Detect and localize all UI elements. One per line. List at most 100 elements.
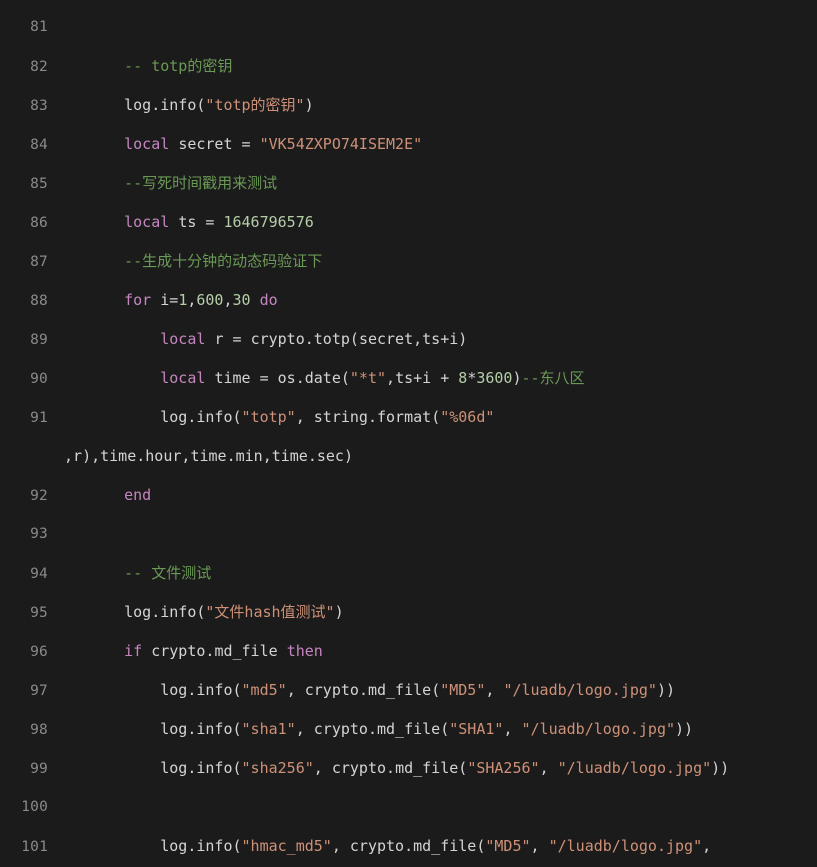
line-number: 90 — [30, 371, 48, 387]
code-line-content[interactable]: log.info("hmac_md5", crypto.md_file("MD5… — [48, 827, 817, 866]
code-line[interactable]: 95 log.info("文件hash值测试") — [0, 593, 817, 632]
code-line-content[interactable]: -- totp的密钥 — [48, 47, 817, 86]
line-number: 85 — [30, 176, 48, 192]
code-line-content[interactable]: local r = crypto.totp(secret,ts+i) — [48, 320, 817, 359]
code-line[interactable]: 91 log.info("totp", string.format("%06d" — [0, 398, 817, 437]
token-function: info — [196, 720, 233, 738]
code-line-content[interactable]: log.info("sha1", crypto.md_file("SHA1", … — [48, 710, 817, 749]
code-line[interactable]: 97 log.info("md5", crypto.md_file("MD5",… — [0, 671, 817, 710]
code-line-content[interactable]: if crypto.md_file then — [48, 632, 817, 671]
token-function: md_file — [395, 759, 459, 777]
code-line[interactable]: 101 log.info("hmac_md5", crypto.md_file(… — [0, 827, 817, 866]
token-number: 30 — [232, 291, 251, 309]
token-keyword: do — [259, 291, 278, 309]
token-variable: i — [422, 369, 432, 387]
code-line-content[interactable]: local secret = "VK54ZXPO74ISEM2E" — [48, 125, 817, 164]
token-string: "/luadb/logo.jpg" — [503, 681, 657, 699]
code-line-content[interactable]: local ts = 1646796576 — [48, 203, 817, 242]
code-line[interactable]: 88 for i=1,600,30 do — [0, 281, 817, 320]
token-plain: . — [404, 837, 414, 855]
code-line[interactable]: 92 end — [0, 476, 817, 515]
code-line[interactable]: 93 — [0, 515, 817, 554]
code-line[interactable]: 85 --写死时间戳用来测试 — [0, 164, 817, 203]
token-function: md_file — [214, 642, 278, 660]
token-keyword: local — [124, 213, 170, 231]
token-variable: crypto — [151, 642, 206, 660]
code-line[interactable]: 87 --生成十分钟的动态码验证下 — [0, 242, 817, 281]
token-string: "/luadb/logo.jpg" — [557, 759, 712, 777]
token-number: 8 — [458, 369, 468, 387]
token-plain: , — [295, 720, 314, 738]
token-plain: . — [367, 408, 377, 426]
code-line-content[interactable]: log.info("totp", string.format("%06d" — [48, 398, 817, 437]
code-line[interactable]: 86 local ts = 1646796576 — [0, 203, 817, 242]
code-line[interactable]: 94 -- 文件测试 — [0, 554, 817, 593]
code-editor[interactable]: 81 82 -- totp的密钥 83 log.info("totp的密钥") 84 … — [0, 0, 817, 865]
token-plain: = — [250, 369, 278, 387]
code-line-content[interactable]: log.info("sha256", crypto.md_file("SHA25… — [48, 749, 817, 788]
token-variable: sec — [316, 447, 344, 465]
line-number: 87 — [30, 254, 48, 270]
code-line[interactable]: 90 local time = os.date("*t",ts+i + 8*36… — [0, 359, 817, 398]
code-line[interactable]: 83 log.info("totp的密钥") — [0, 86, 817, 125]
code-line-content[interactable]: end — [48, 476, 817, 515]
code-line[interactable]: 81 — [0, 8, 817, 47]
token-plain: ( — [431, 408, 441, 426]
line-number: 98 — [30, 722, 48, 738]
token-variable: hour — [145, 447, 182, 465]
code-line[interactable]: 96 if crypto.md_file then — [0, 632, 817, 671]
code-line-content[interactable]: --写死时间戳用来测试 — [48, 164, 817, 203]
code-line-wrapped[interactable]: 91,r),time.hour,time.min,time.sec) — [0, 437, 817, 476]
token-plain: . — [386, 759, 396, 777]
token-string: "totp" — [241, 408, 296, 426]
code-line-content[interactable]: --生成十分钟的动态码验证下 — [48, 242, 817, 281]
token-string: "totp的密钥" — [205, 96, 305, 114]
code-line-content[interactable]: ,r),time.hour,time.min,time.sec) — [48, 437, 817, 476]
code-lines-container[interactable]: 81 82 -- totp的密钥 83 log.info("totp的密钥") 84 … — [0, 8, 817, 866]
code-line[interactable]: 84 local secret = "VK54ZXPO74ISEM2E" — [0, 125, 817, 164]
code-line-content[interactable]: log.info("文件hash值测试") — [48, 593, 817, 632]
line-number: 84 — [30, 137, 48, 153]
token-string: "/luadb/logo.jpg" — [521, 720, 676, 738]
token-plain: ( — [458, 759, 468, 777]
code-line[interactable]: 82 -- totp的密钥 — [0, 47, 817, 86]
line-number: 96 — [30, 644, 48, 660]
token-plain: = — [223, 330, 251, 348]
token-variable: log — [160, 837, 188, 855]
code-line[interactable]: 98 log.info("sha1", crypto.md_file("SHA1… — [0, 710, 817, 749]
line-number: 95 — [30, 605, 48, 621]
token-plain: , — [64, 447, 74, 465]
token-string: "sha1" — [241, 720, 296, 738]
token-plain: . — [304, 330, 314, 348]
code-line-content[interactable]: -- 文件测试 — [48, 554, 817, 593]
token-comment: --写死时间戳用来测试 — [124, 174, 278, 192]
token-string: "/luadb/logo.jpg" — [548, 837, 703, 855]
token-plain: ( — [232, 759, 242, 777]
token-plain: , — [530, 837, 549, 855]
line-number: 97 — [30, 683, 48, 699]
code-line[interactable]: 89 local r = crypto.totp(secret,ts+i) — [0, 320, 817, 359]
token-plain: , — [539, 759, 558, 777]
token-plain: + — [413, 369, 423, 387]
token-plain: + — [431, 369, 459, 387]
token-function: info — [196, 759, 233, 777]
code-line-content[interactable]: log.info("totp的密钥") — [48, 86, 817, 125]
code-line[interactable]: 100 — [0, 788, 817, 827]
token-string: "hmac_md5" — [241, 837, 332, 855]
code-line-content[interactable]: local time = os.date("*t",ts+i + 8*3600)… — [48, 359, 817, 398]
token-variable: log — [124, 603, 152, 621]
token-variable: string — [313, 408, 368, 426]
code-line-content[interactable]: for i=1,600,30 do — [48, 281, 817, 320]
code-line-content[interactable]: log.info("md5", crypto.md_file("MD5", "/… — [48, 671, 817, 710]
token-comment: -- totp的密钥 — [124, 57, 233, 75]
code-line[interactable]: 99 log.info("sha256", crypto.md_file("SH… — [0, 749, 817, 788]
